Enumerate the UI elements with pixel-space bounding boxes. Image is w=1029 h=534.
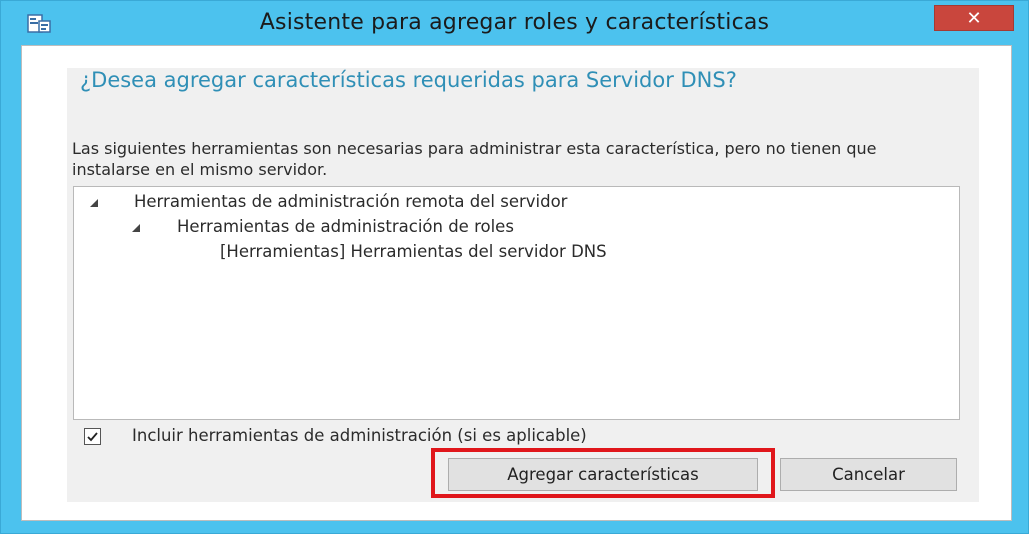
tree-expanded-arrow-icon[interactable]	[90, 199, 98, 207]
dialog-heading: ¿Desea agregar características requerida…	[80, 68, 737, 92]
include-tools-label[interactable]: Incluir herramientas de administración (…	[132, 426, 587, 445]
features-tree[interactable]: Herramientas de administración remota de…	[73, 186, 960, 420]
tree-item-remote-admin-tools[interactable]: Herramientas de administración remota de…	[134, 192, 567, 211]
checkmark-icon	[87, 432, 98, 442]
cancel-button[interactable]: Cancelar	[780, 458, 957, 491]
tree-item-role-admin-tools[interactable]: Herramientas de administración de roles	[177, 217, 514, 236]
title-bar[interactable]: Asistente para agregar roles y caracterí…	[1, 1, 1028, 45]
tree-expanded-arrow-icon[interactable]	[132, 224, 140, 232]
window-title: Asistente para agregar roles y caracterí…	[259, 10, 770, 35]
wizard-window: Asistente para agregar roles y caracterí…	[0, 0, 1029, 534]
dialog-client-area: ¿Desea agregar características requerida…	[21, 45, 1012, 521]
add-features-button[interactable]: Agregar características	[448, 458, 758, 491]
close-button[interactable]: ✕	[934, 5, 1014, 31]
dialog-description: Las siguientes herramientas son necesari…	[72, 139, 877, 179]
include-tools-checkbox[interactable]	[84, 428, 101, 445]
close-icon: ✕	[966, 7, 982, 29]
tree-item-dns-server-tools[interactable]: [Herramientas] Herramientas del servidor…	[220, 242, 607, 261]
